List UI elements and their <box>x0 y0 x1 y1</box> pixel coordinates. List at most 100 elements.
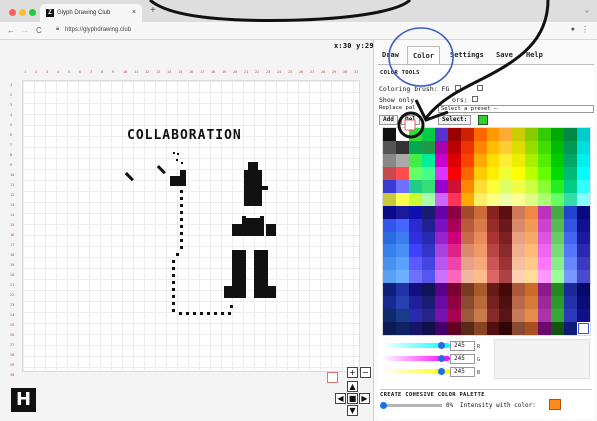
back-arrow-icon[interactable]: ← <box>7 26 15 35</box>
palette-swatch[interactable] <box>499 192 513 206</box>
palette-swatch[interactable] <box>538 296 552 310</box>
palette-swatch[interactable] <box>551 283 565 297</box>
palette-swatch[interactable] <box>408 166 422 180</box>
palette-swatch[interactable] <box>408 270 422 284</box>
palette-swatch[interactable] <box>421 140 435 154</box>
palette-swatch[interactable] <box>421 218 435 232</box>
palette-swatch[interactable] <box>408 322 422 335</box>
bg-checkbox[interactable] <box>477 85 483 91</box>
palette-swatch[interactable] <box>538 153 552 167</box>
palette-swatch[interactable] <box>486 192 500 206</box>
palette-swatch[interactable] <box>395 270 409 284</box>
palette-swatch[interactable] <box>421 166 435 180</box>
palette-swatch[interactable] <box>551 244 565 258</box>
palette-swatch[interactable] <box>447 192 461 206</box>
palette-swatch[interactable] <box>473 231 487 245</box>
palette-swatch[interactable] <box>486 309 500 323</box>
palette-swatch[interactable] <box>408 192 422 206</box>
palette-swatch[interactable] <box>434 231 448 245</box>
palette-swatch[interactable] <box>408 218 422 232</box>
palette-swatch[interactable] <box>447 322 461 335</box>
palette-swatch[interactable] <box>525 283 539 297</box>
intensity-color-swatch[interactable] <box>549 399 561 410</box>
delete-color-button[interactable]: Del <box>401 115 420 125</box>
palette-swatch[interactable] <box>564 205 578 219</box>
palette-swatch[interactable] <box>460 179 474 193</box>
palette-swatch[interactable] <box>473 296 487 310</box>
palette-swatch[interactable] <box>525 128 539 141</box>
palette-swatch[interactable] <box>551 192 565 206</box>
palette-swatch[interactable] <box>395 128 409 141</box>
palette-swatch[interactable] <box>447 283 461 297</box>
palette-swatch[interactable] <box>421 283 435 297</box>
palette-swatch[interactable] <box>486 244 500 258</box>
palette-swatch[interactable] <box>577 153 590 167</box>
palette-swatch[interactable] <box>447 257 461 271</box>
show-only-checkbox[interactable] <box>472 96 478 102</box>
zoom-in-button[interactable]: + <box>347 367 358 378</box>
palette-swatch[interactable] <box>551 231 565 245</box>
palette-swatch[interactable] <box>460 166 474 180</box>
palette-swatch[interactable] <box>551 140 565 154</box>
palette-swatch[interactable] <box>447 140 461 154</box>
palette-swatch[interactable] <box>434 283 448 297</box>
palette-swatch[interactable] <box>383 309 396 323</box>
palette-swatch[interactable] <box>473 322 487 335</box>
palette-swatch[interactable] <box>564 179 578 193</box>
selected-color-swatch[interactable] <box>478 115 488 125</box>
palette-swatch[interactable] <box>383 244 396 258</box>
palette-swatch[interactable] <box>460 140 474 154</box>
palette-swatch[interactable] <box>447 179 461 193</box>
palette-swatch[interactable] <box>512 244 526 258</box>
palette-swatch[interactable] <box>499 179 513 193</box>
palette-swatch[interactable] <box>447 309 461 323</box>
palette-swatch[interactable] <box>499 231 513 245</box>
green-slider-knob[interactable] <box>438 355 445 362</box>
palette-swatch[interactable] <box>564 128 578 141</box>
palette-swatch[interactable] <box>577 283 590 297</box>
palette-swatch[interactable] <box>421 309 435 323</box>
palette-swatch[interactable] <box>434 244 448 258</box>
pan-up-icon[interactable]: ▲ <box>347 381 358 392</box>
palette-swatch[interactable] <box>447 128 461 141</box>
palette-swatch[interactable] <box>395 153 409 167</box>
palette-swatch[interactable] <box>395 257 409 271</box>
palette-swatch[interactable] <box>447 296 461 310</box>
preset-select[interactable]: Select a preset — <box>438 105 594 113</box>
palette-swatch[interactable] <box>577 205 590 219</box>
palette-swatch[interactable] <box>525 153 539 167</box>
palette-swatch[interactable] <box>447 166 461 180</box>
palette-swatch[interactable] <box>512 128 526 141</box>
palette-swatch[interactable] <box>408 128 422 141</box>
palette-swatch[interactable] <box>564 257 578 271</box>
palette-swatch[interactable] <box>421 128 435 141</box>
reload-icon[interactable]: C <box>36 26 42 35</box>
palette-swatch[interactable] <box>538 244 552 258</box>
palette-swatch[interactable] <box>577 218 590 232</box>
palette-swatch[interactable] <box>421 270 435 284</box>
tab-settings[interactable]: Settings <box>450 46 484 64</box>
palette-swatch[interactable] <box>551 205 565 219</box>
blue-slider-knob[interactable] <box>438 368 445 375</box>
tab-save[interactable]: Save <box>496 46 513 64</box>
palette-swatch[interactable] <box>434 192 448 206</box>
browser-tab[interactable]: Z Glyph Drawing Club × <box>40 4 142 22</box>
palette-swatch[interactable] <box>564 192 578 206</box>
palette-swatch[interactable] <box>499 140 513 154</box>
palette-swatch[interactable] <box>564 231 578 245</box>
palette-swatch[interactable] <box>512 153 526 167</box>
palette-swatch[interactable] <box>564 153 578 167</box>
palette-swatch[interactable] <box>447 244 461 258</box>
palette-swatch[interactable] <box>551 257 565 271</box>
palette-swatch[interactable] <box>512 179 526 193</box>
palette-swatch[interactable] <box>421 231 435 245</box>
palette-swatch[interactable] <box>434 166 448 180</box>
palette-swatch[interactable] <box>447 270 461 284</box>
palette-swatch[interactable] <box>473 192 487 206</box>
palette-swatch[interactable] <box>538 205 552 219</box>
palette-swatch[interactable] <box>486 218 500 232</box>
palette-swatch[interactable] <box>460 128 474 141</box>
palette-swatch[interactable] <box>421 257 435 271</box>
new-tab-button[interactable]: + <box>150 5 156 16</box>
palette-swatch[interactable] <box>512 322 526 335</box>
